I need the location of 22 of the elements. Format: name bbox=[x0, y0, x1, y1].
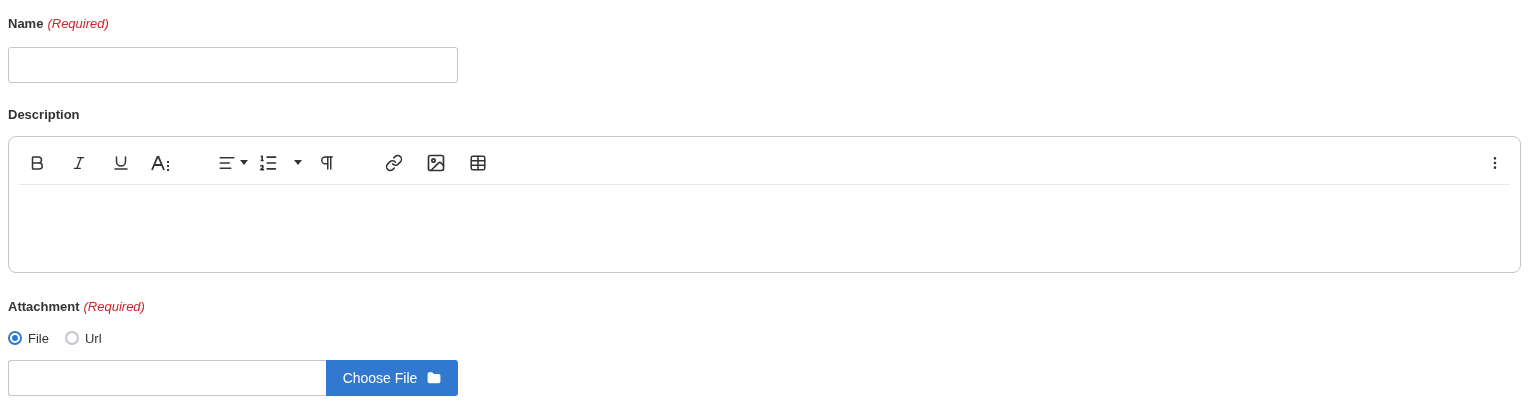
field-label: Description bbox=[8, 105, 80, 124]
italic-icon bbox=[71, 154, 87, 171]
radio-button[interactable] bbox=[8, 331, 22, 346]
choose-file-button[interactable]: Choose File bbox=[326, 360, 458, 396]
field-label: Attachment bbox=[8, 298, 80, 316]
file-path-input[interactable] bbox=[8, 360, 326, 396]
link-icon bbox=[385, 153, 403, 172]
radio-button[interactable] bbox=[64, 331, 79, 346]
underline-icon bbox=[112, 153, 130, 172]
name-input[interactable] bbox=[8, 46, 458, 83]
image-icon bbox=[426, 152, 446, 173]
caret-icon bbox=[240, 160, 248, 165]
table-icon bbox=[469, 153, 487, 172]
font-size-icon bbox=[151, 154, 171, 171]
paragraph-icon bbox=[318, 153, 336, 172]
required-note: (Required) bbox=[83, 298, 145, 316]
field-label: Name bbox=[8, 15, 44, 33]
folder-icon bbox=[427, 371, 442, 385]
radio-label: File bbox=[28, 329, 49, 348]
caret-icon bbox=[294, 160, 302, 165]
required-note: (Required) bbox=[47, 15, 109, 33]
radio-label: Url bbox=[84, 329, 102, 348]
